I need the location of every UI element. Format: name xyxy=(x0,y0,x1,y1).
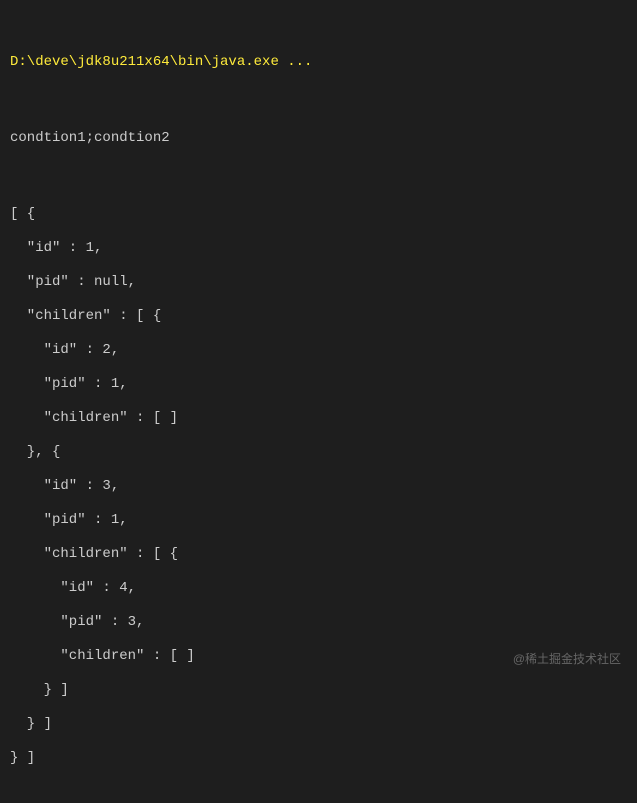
code-line: "id" : 2, xyxy=(10,340,627,361)
code-line: "pid" : 3, xyxy=(10,612,627,633)
command-line: D:\deve\jdk8u211x64\bin\java.exe ... xyxy=(10,52,627,73)
code-line: } ] xyxy=(10,714,627,735)
code-line: "pid" : null, xyxy=(10,272,627,293)
code-line: "id" : 1, xyxy=(10,238,627,259)
code-line: "children" : [ ] xyxy=(10,408,627,429)
code-line: "children" : [ { xyxy=(10,544,627,565)
output-text: condtion1;condtion2 xyxy=(10,128,627,149)
code-line: "id" : 4, xyxy=(10,578,627,599)
code-line: } ] xyxy=(10,680,627,701)
code-line: "pid" : 1, xyxy=(10,374,627,395)
json-output: [ { "id" : 1, "pid" : null, "children" :… xyxy=(10,204,627,769)
code-line: "children" : [ { xyxy=(10,306,627,327)
code-line: }, { xyxy=(10,442,627,463)
code-line: "pid" : 1, xyxy=(10,510,627,531)
code-line: } ] xyxy=(10,748,627,769)
watermark: @稀土掘金技术社区 xyxy=(513,650,621,668)
code-line: [ { xyxy=(10,204,627,225)
console-output: D:\deve\jdk8u211x64\bin\java.exe ... con… xyxy=(10,10,627,803)
code-line: "id" : 3, xyxy=(10,476,627,497)
